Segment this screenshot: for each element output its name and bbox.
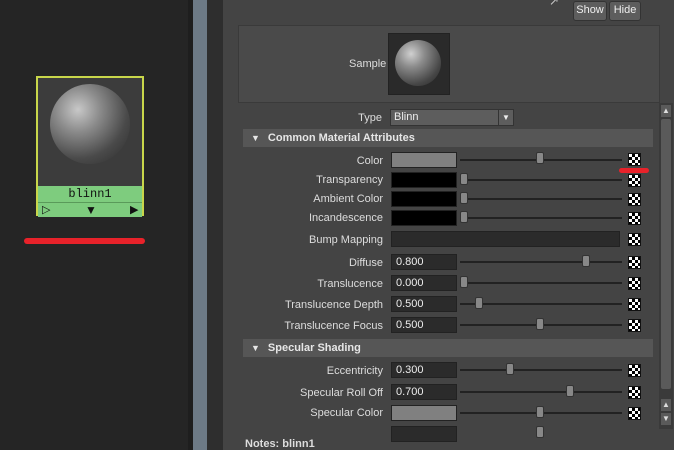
color-swatch[interactable] bbox=[391, 152, 457, 168]
map-button-incandescence[interactable] bbox=[628, 212, 641, 225]
incandescence-swatch[interactable] bbox=[391, 210, 457, 226]
node-editor-area: blinn1 ▷ ▼ ▶ bbox=[0, 0, 188, 450]
output-port-icon[interactable]: ▶ bbox=[130, 203, 138, 217]
attribute-scrollbar[interactable]: ▲ ▲ ▼ bbox=[659, 103, 673, 429]
diffuse-slider[interactable] bbox=[460, 261, 622, 263]
attr-label-incandescence: Incandescence bbox=[309, 212, 383, 224]
sample-label: Sample bbox=[349, 58, 387, 70]
ambient-color-slider[interactable] bbox=[460, 198, 622, 200]
attr-label-ambient-color: Ambient Color bbox=[313, 193, 383, 205]
attr-label-eccentricity: Eccentricity bbox=[326, 365, 383, 377]
material-node[interactable]: blinn1 ▷ ▼ ▶ bbox=[36, 76, 144, 217]
map-button-ambient-color[interactable] bbox=[628, 193, 641, 206]
translucence-depth-slider-handle[interactable] bbox=[475, 297, 483, 309]
sample-sphere bbox=[395, 40, 441, 86]
collapse-triangle-icon: ▼ bbox=[251, 343, 260, 353]
translucence-slider[interactable] bbox=[460, 282, 622, 284]
next-slider-handle[interactable] bbox=[536, 426, 544, 438]
bump-mapping-field[interactable] bbox=[391, 231, 620, 247]
next-attribute-field[interactable] bbox=[391, 426, 457, 442]
node-name-label: blinn1 bbox=[38, 186, 142, 202]
panel-splitter[interactable] bbox=[193, 0, 207, 450]
transparency-slider[interactable] bbox=[460, 179, 622, 181]
notes-label: Notes: bbox=[245, 438, 280, 450]
sample-swatch[interactable] bbox=[388, 33, 450, 95]
transparency-swatch[interactable] bbox=[391, 172, 457, 188]
diffuse-slider-handle[interactable] bbox=[582, 255, 590, 267]
material-preview-sphere bbox=[50, 84, 130, 164]
incandescence-slider-handle[interactable] bbox=[460, 211, 468, 223]
section-title: Specular Shading bbox=[267, 342, 361, 354]
eccentricity-slider-handle[interactable] bbox=[506, 363, 514, 375]
translucence-slider-handle[interactable] bbox=[460, 276, 468, 288]
translucence-focus-slider-handle[interactable] bbox=[536, 318, 544, 330]
expand-triangle-icon[interactable]: ▼ bbox=[85, 203, 97, 217]
type-value: Blinn bbox=[394, 111, 419, 123]
type-label: Type bbox=[358, 112, 382, 124]
map-button-specular-roll-off[interactable] bbox=[628, 386, 641, 399]
map-button-transparency[interactable] bbox=[628, 174, 641, 187]
attr-label-translucence-depth: Translucence Depth bbox=[284, 299, 383, 311]
section-title: Common Material Attributes bbox=[267, 132, 415, 144]
notes-bar: Notes: blinn1 bbox=[245, 438, 315, 450]
map-button-translucence[interactable] bbox=[628, 277, 641, 290]
map-button-diffuse[interactable] bbox=[628, 256, 641, 269]
specular-roll-off-input[interactable]: 0.700 bbox=[391, 384, 457, 400]
map-button-translucence-depth[interactable] bbox=[628, 298, 641, 311]
attribute-editor: ↗ Show Hide Sample Type Blinn ▼ ▼ Common … bbox=[223, 0, 674, 450]
map-button-specular-color[interactable] bbox=[628, 407, 641, 420]
ambient-color-slider-handle[interactable] bbox=[460, 192, 468, 204]
transparency-slider-handle[interactable] bbox=[460, 173, 468, 185]
attr-label-bump-mapping: Bump Mapping bbox=[309, 234, 383, 246]
section-common-material[interactable]: ▼ Common Material Attributes bbox=[243, 129, 653, 147]
map-button-bump-mapping[interactable] bbox=[628, 233, 641, 246]
map-button-eccentricity[interactable] bbox=[628, 364, 641, 377]
attr-label-translucence-focus: Translucence Focus bbox=[284, 320, 383, 332]
node-ports-bar: ▷ ▼ ▶ bbox=[38, 202, 142, 217]
hide-button[interactable]: Hide bbox=[609, 1, 641, 21]
red-annotation-underline bbox=[24, 238, 145, 244]
scroll-up-small-icon[interactable]: ▲ bbox=[661, 399, 671, 411]
translucence-depth-slider[interactable] bbox=[460, 303, 622, 305]
scrollbar-thumb[interactable] bbox=[661, 119, 671, 389]
attr-label-specular-color: Specular Color bbox=[310, 407, 383, 419]
color-slider-handle[interactable] bbox=[536, 152, 544, 164]
scroll-up-icon[interactable]: ▲ bbox=[661, 105, 671, 117]
map-button-translucence-focus[interactable] bbox=[628, 319, 641, 332]
ambient-color-swatch[interactable] bbox=[391, 191, 457, 207]
red-annotation-mark bbox=[619, 168, 649, 173]
scroll-down-icon[interactable]: ▼ bbox=[661, 413, 671, 425]
type-dropdown[interactable]: Blinn ▼ bbox=[390, 109, 514, 126]
presets-icon[interactable]: ↗ bbox=[549, 0, 559, 8]
section-specular-shading[interactable]: ▼ Specular Shading bbox=[243, 339, 653, 357]
eccentricity-slider[interactable] bbox=[460, 369, 622, 371]
notes-value: blinn1 bbox=[282, 438, 315, 450]
attr-label-diffuse: Diffuse bbox=[348, 257, 383, 269]
collapse-triangle-icon: ▼ bbox=[251, 133, 260, 143]
translucence-input[interactable]: 0.000 bbox=[391, 275, 457, 291]
translucence-depth-input[interactable]: 0.500 bbox=[391, 296, 457, 312]
diffuse-input[interactable]: 0.800 bbox=[391, 254, 457, 270]
input-port-icon[interactable]: ▷ bbox=[42, 203, 50, 217]
panel-gutter bbox=[207, 0, 223, 450]
incandescence-slider[interactable] bbox=[460, 217, 622, 219]
map-button-color[interactable] bbox=[628, 153, 641, 166]
translucence-focus-input[interactable]: 0.500 bbox=[391, 317, 457, 333]
specular-color-slider-handle[interactable] bbox=[536, 406, 544, 418]
attr-label-color: Color bbox=[356, 155, 383, 167]
attr-label-translucence: Translucence bbox=[317, 278, 383, 290]
specular-color-swatch[interactable] bbox=[391, 405, 457, 421]
specular-roll-off-slider-handle[interactable] bbox=[566, 385, 574, 397]
show-button[interactable]: Show bbox=[573, 1, 607, 21]
attr-label-specular-roll-off: Specular Roll Off bbox=[300, 387, 383, 399]
eccentricity-input[interactable]: 0.300 bbox=[391, 362, 457, 378]
specular-roll-off-slider[interactable] bbox=[460, 391, 622, 393]
dropdown-arrow-icon: ▼ bbox=[498, 110, 513, 125]
attr-label-transparency: Transparency bbox=[316, 174, 383, 186]
attributes-scroll-area: Type Blinn ▼ ▼ Common Material Attributes… bbox=[238, 103, 658, 450]
